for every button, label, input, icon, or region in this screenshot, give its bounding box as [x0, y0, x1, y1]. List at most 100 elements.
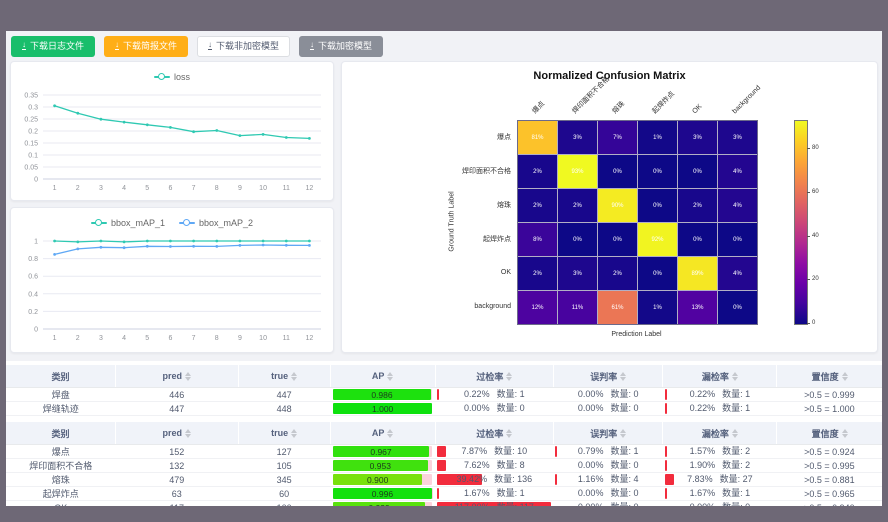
- category-cell: 起焊炸点: [6, 487, 116, 501]
- rate-count: 数量: 0: [610, 501, 638, 506]
- legend-label: bbox_mAP_1: [111, 218, 165, 228]
- matrix-cell: 0%: [598, 155, 637, 188]
- over-rate-cell: 0.00%数量: 0: [435, 402, 553, 416]
- ap-bar: 0.929: [333, 502, 425, 506]
- matrix-cell: 4%: [718, 155, 757, 188]
- matrix-cell: 3%: [718, 121, 757, 154]
- svg-text:1: 1: [53, 335, 57, 342]
- sort-caret-icon[interactable]: [387, 429, 393, 438]
- download-log-button[interactable]: ↓ 下载日志文件: [11, 36, 95, 57]
- app-screen: { "colors": { "backdrop": "#6e6876", "pa…: [0, 0, 888, 522]
- ap-cell: 0.929: [330, 501, 435, 507]
- confidence-cell: >0.5 = 0.924: [777, 445, 882, 459]
- download-report-button[interactable]: ↓ 下载简报文件: [104, 36, 188, 57]
- rate-count: 数量: 0: [722, 501, 750, 506]
- miss-rate-cell: 1.90%数量: 2: [663, 459, 777, 473]
- ap-bar: 0.986: [333, 389, 431, 400]
- map-chart-card: bbox_mAP_1bbox_mAP_2 00.20.40.60.8112345…: [10, 207, 334, 353]
- ap-cell: 1.000: [330, 402, 435, 416]
- rate-count: 数量: 10: [494, 445, 527, 458]
- sort-caret-icon[interactable]: [732, 429, 738, 438]
- matrix-row-label: 焊印面积不合格: [342, 154, 511, 187]
- matrix-cell: 0%: [638, 257, 677, 290]
- ap-cell: 0.953: [330, 459, 435, 473]
- column-header-label: 误判率: [590, 370, 617, 383]
- column-header-label: 类别: [51, 370, 69, 383]
- column-header: 过检率: [435, 365, 553, 388]
- svg-text:0.2: 0.2: [28, 309, 38, 316]
- sort-caret-icon[interactable]: [387, 372, 393, 381]
- svg-text:3: 3: [99, 335, 103, 342]
- rate-percent: 7.83%: [687, 473, 713, 486]
- matrix-cell: 89%: [678, 257, 717, 290]
- misjudge-rate-cell: 0.00%数量: 0: [553, 402, 663, 416]
- matrix-cell: 13%: [678, 291, 717, 324]
- matrix-cell: 2%: [518, 257, 557, 290]
- sort-caret-icon[interactable]: [842, 429, 848, 438]
- legend-item[interactable]: bbox_mAP_1: [91, 218, 165, 228]
- matrix-cell: 2%: [678, 189, 717, 222]
- ap-bar-remainder: [429, 446, 432, 457]
- download-plain-model-label: 下载非加密模型: [216, 42, 279, 51]
- table-row: 起焊炸点63600.9961.67%数量: 10.00%数量: 01.67%数量…: [6, 487, 882, 501]
- column-header-label: 置信度: [812, 427, 839, 440]
- table-row: 爆点1521270.9677.87%数量: 100.79%数量: 11.57%数…: [6, 445, 882, 459]
- download-encrypted-model-button[interactable]: ↓ 下载加密模型: [299, 36, 383, 57]
- sort-caret-icon[interactable]: [291, 372, 297, 381]
- matrix-cell: 93%: [558, 155, 597, 188]
- column-header: true: [238, 365, 330, 388]
- matrix-row-label: 起焊炸点: [342, 222, 511, 255]
- download-plain-model-button[interactable]: ↓ 下载非加密模型: [197, 36, 290, 57]
- svg-text:10: 10: [259, 185, 267, 192]
- true-cell: 127: [238, 445, 330, 459]
- rate-count: 数量: 0: [497, 402, 525, 415]
- svg-text:0.1: 0.1: [28, 153, 38, 160]
- category-cell: 熔珠: [6, 473, 116, 487]
- table-row: 焊缝轨迹4474481.0000.00%数量: 00.00%数量: 00.22%…: [6, 402, 882, 416]
- loss-chart-card: loss 00.050.10.150.20.250.30.35123456789…: [10, 61, 334, 201]
- colorbar: [794, 120, 808, 325]
- svg-text:2: 2: [76, 185, 80, 192]
- svg-text:0.8: 0.8: [28, 256, 38, 263]
- column-header-label: 误判率: [590, 427, 617, 440]
- category-cell: 焊缝轨迹: [6, 402, 116, 416]
- over-rate-cell: 7.87%数量: 10: [435, 445, 553, 459]
- column-header-label: 过检率: [476, 427, 503, 440]
- svg-text:12: 12: [306, 185, 314, 192]
- rate-percent: 1.67%: [690, 487, 716, 500]
- pred-cell: 132: [116, 459, 239, 473]
- sort-caret-icon[interactable]: [506, 372, 512, 381]
- svg-text:8: 8: [215, 185, 219, 192]
- sort-caret-icon[interactable]: [506, 429, 512, 438]
- over-rate-cell: 1.67%数量: 1: [435, 487, 553, 501]
- column-header-label: 过检率: [476, 370, 503, 383]
- sort-caret-icon[interactable]: [185, 429, 191, 438]
- rate-percent: 0.00%: [578, 402, 604, 415]
- column-header-label: 漏检率: [702, 370, 729, 383]
- download-encrypted-model-label: 下载加密模型: [318, 42, 372, 51]
- rate-count: 数量: 2: [722, 459, 750, 472]
- sort-caret-icon[interactable]: [842, 372, 848, 381]
- sort-caret-icon[interactable]: [185, 372, 191, 381]
- sort-caret-icon[interactable]: [620, 372, 626, 381]
- sort-caret-icon[interactable]: [620, 429, 626, 438]
- legend-item[interactable]: loss: [154, 72, 190, 82]
- matrix-cell: 81%: [518, 121, 557, 154]
- ap-cell: 0.996: [330, 487, 435, 501]
- matrix-cell: 11%: [558, 291, 597, 324]
- matrix-cell: 3%: [678, 121, 717, 154]
- svg-text:7: 7: [192, 335, 196, 342]
- true-cell: 60: [238, 487, 330, 501]
- legend-item[interactable]: bbox_mAP_2: [179, 218, 253, 228]
- sort-caret-icon[interactable]: [732, 372, 738, 381]
- column-header-label: true: [271, 371, 288, 381]
- miss-rate-cell: 0.00%数量: 0: [663, 501, 777, 507]
- column-header: AP: [330, 365, 435, 388]
- over-rate-cell: 39.42%数量: 136: [435, 473, 553, 487]
- sort-caret-icon[interactable]: [291, 429, 297, 438]
- matrix-col-label: background: [731, 84, 763, 116]
- matrix-row-label: 爆点: [342, 120, 511, 153]
- pred-cell: 63: [116, 487, 239, 501]
- matrix-cell: 12%: [518, 291, 557, 324]
- pred-cell: 479: [116, 473, 239, 487]
